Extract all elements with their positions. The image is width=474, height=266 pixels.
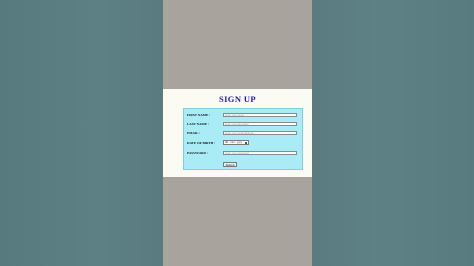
email-label: EMAIL : — [187, 131, 201, 135]
date-of-birth-value: dd - mm - yyyy — [225, 141, 243, 145]
page-title: SIGN UP — [218, 94, 257, 104]
date-of-birth-label: DATE OF BIRTH : — [187, 141, 216, 145]
last-name-label: LAST NAME : — [187, 122, 209, 126]
email-row: EMAIL : enter your email address — [187, 130, 299, 136]
password-row: PASSWORD : enter your password — [187, 150, 299, 156]
email-input[interactable]: enter your email address — [223, 130, 297, 135]
password-label: PASSWORD : — [187, 151, 208, 155]
signup-page: SIGN UP FIRST NAME : enter your name LAS… — [163, 89, 312, 177]
password-input[interactable]: enter your password — [223, 150, 297, 155]
last-name-input[interactable]: enter your last name — [223, 121, 297, 126]
first-name-label: FIRST NAME : — [187, 113, 211, 117]
first-name-row: FIRST NAME : enter your name — [187, 112, 299, 118]
calendar-icon[interactable] — [244, 142, 247, 145]
submit-button[interactable]: Submit — [223, 162, 237, 167]
first-name-input[interactable]: enter your name — [223, 112, 297, 117]
left-background — [0, 0, 163, 266]
right-background — [312, 0, 474, 266]
date-of-birth-row: DATE OF BIRTH : dd - mm - yyyy — [187, 140, 299, 146]
signup-form: FIRST NAME : enter your name LAST NAME :… — [183, 108, 303, 170]
last-name-row: LAST NAME : enter your last name — [187, 121, 299, 127]
date-of-birth-input[interactable]: dd - mm - yyyy — [223, 140, 249, 146]
